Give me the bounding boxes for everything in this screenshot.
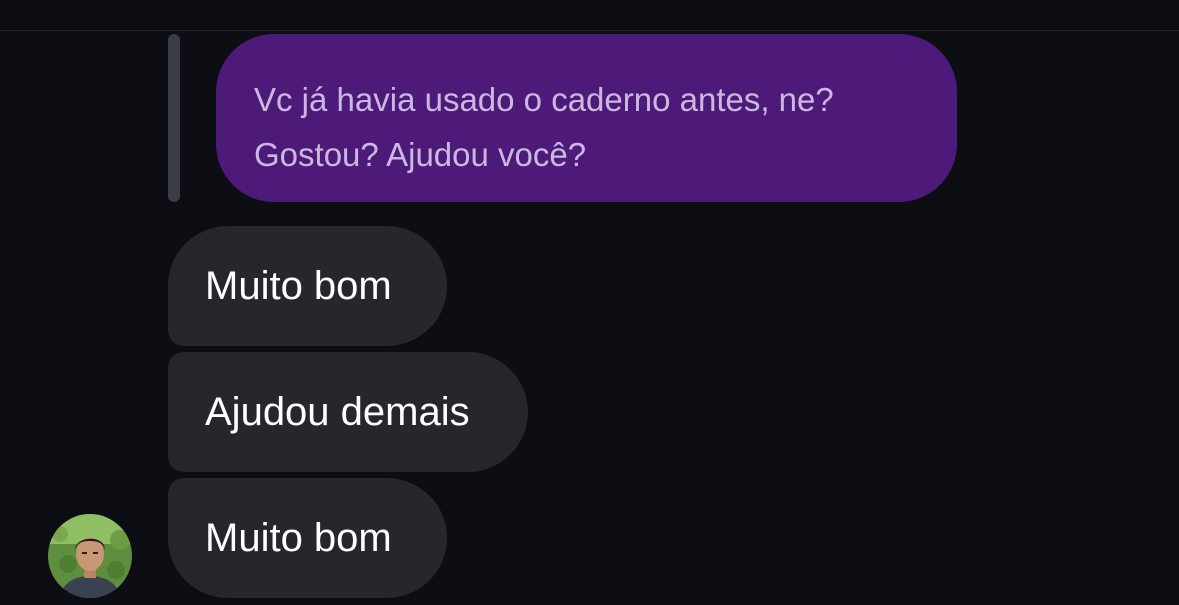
replied-message-bubble[interactable]: Vc já havia usado o caderno antes, ne? G… xyxy=(216,34,957,202)
avatar[interactable] xyxy=(48,514,132,598)
message-bubble[interactable]: Muito bom xyxy=(168,478,447,598)
header-divider xyxy=(0,30,1179,31)
message-bubble[interactable]: Muito bom xyxy=(168,226,447,346)
message-bubble[interactable]: Ajudou demais xyxy=(168,352,528,472)
reply-indicator-bar xyxy=(168,34,180,202)
